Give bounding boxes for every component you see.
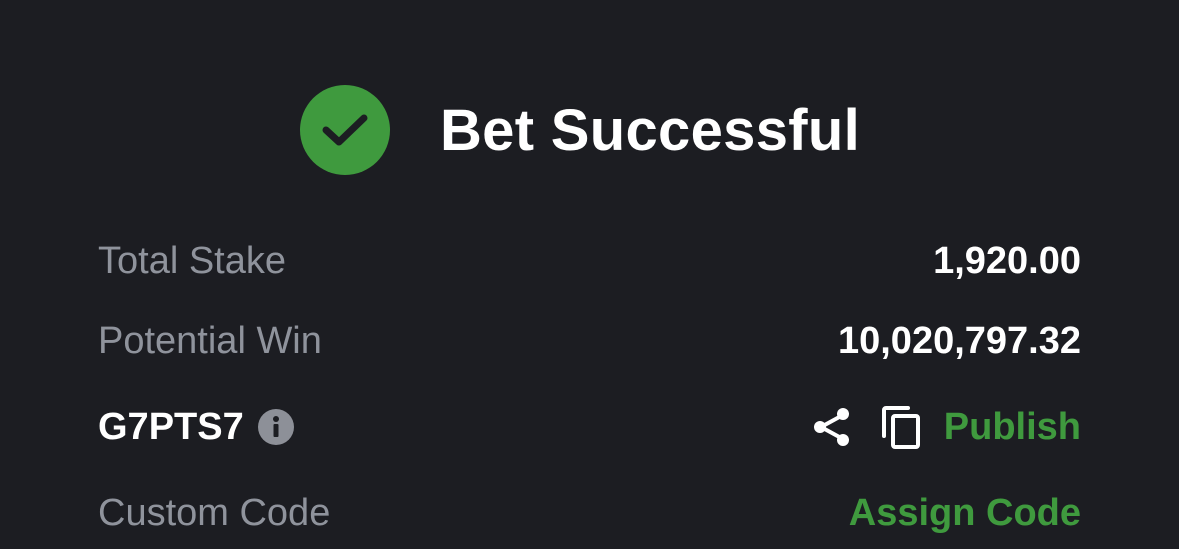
bet-success-header: Bet Successful (300, 84, 860, 176)
assign-code-button[interactable]: Assign Code (849, 492, 1081, 535)
potential-win-row: Potential Win 10,020,797.32 (98, 311, 1081, 371)
page-title: Bet Successful (440, 97, 861, 163)
booking-code-group: G7PTS7 (98, 406, 294, 449)
total-stake-label: Total Stake (98, 239, 286, 282)
booking-code-row: G7PTS7 Publish (98, 397, 1081, 457)
custom-code-row: Custom Code Assign Code (98, 483, 1081, 543)
info-icon[interactable] (257, 409, 294, 445)
potential-win-label: Potential Win (98, 319, 322, 362)
booking-actions: Publish (810, 404, 1081, 450)
total-stake-row: Total Stake 1,920.00 (98, 231, 1081, 291)
booking-code: G7PTS7 (98, 405, 244, 448)
total-stake-value: 1,920.00 (933, 239, 1081, 282)
share-icon[interactable] (810, 405, 854, 449)
check-circle-icon (300, 85, 390, 175)
potential-win-value: 10,020,797.32 (837, 319, 1081, 362)
copy-icon[interactable] (880, 404, 922, 450)
custom-code-label: Custom Code (98, 491, 331, 534)
publish-button[interactable]: Publish (944, 406, 1081, 449)
